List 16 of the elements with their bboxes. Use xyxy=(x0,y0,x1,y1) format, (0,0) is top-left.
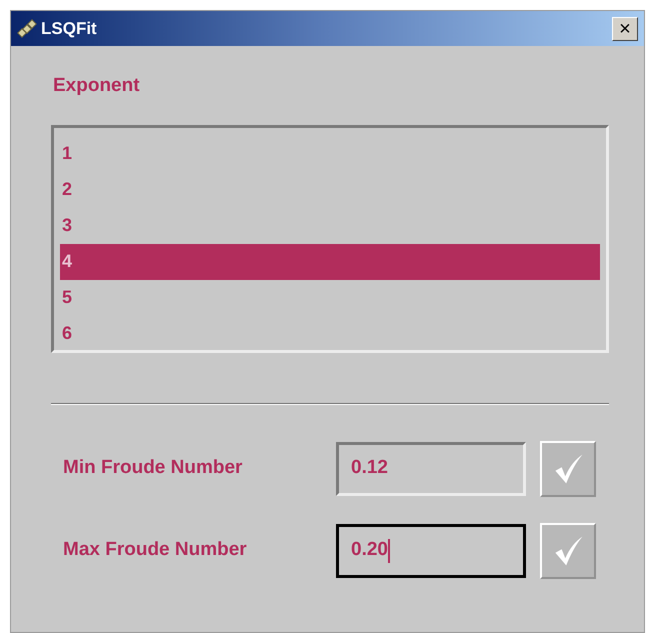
apply-button[interactable] xyxy=(540,522,596,578)
list-item[interactable]: 1 xyxy=(60,136,600,172)
window-title: LSQFit xyxy=(41,18,97,40)
satellite-icon xyxy=(17,18,37,38)
field-label: Max Froude Number xyxy=(62,538,248,562)
number-field[interactable]: 0.20 xyxy=(336,524,526,578)
list-item[interactable]: 5 xyxy=(60,280,600,316)
apply-button[interactable] xyxy=(540,440,596,496)
list-item[interactable]: 4 xyxy=(60,244,600,280)
list-item[interactable]: 3 xyxy=(60,208,600,244)
exponent-label: Exponent xyxy=(53,74,141,98)
list-item[interactable]: 6 xyxy=(60,316,600,352)
list-item[interactable]: 2 xyxy=(60,172,600,208)
field-label: Min Froude Number xyxy=(62,456,244,480)
number-field[interactable]: 0.12 xyxy=(336,442,526,496)
close-button[interactable]: × xyxy=(612,16,638,40)
